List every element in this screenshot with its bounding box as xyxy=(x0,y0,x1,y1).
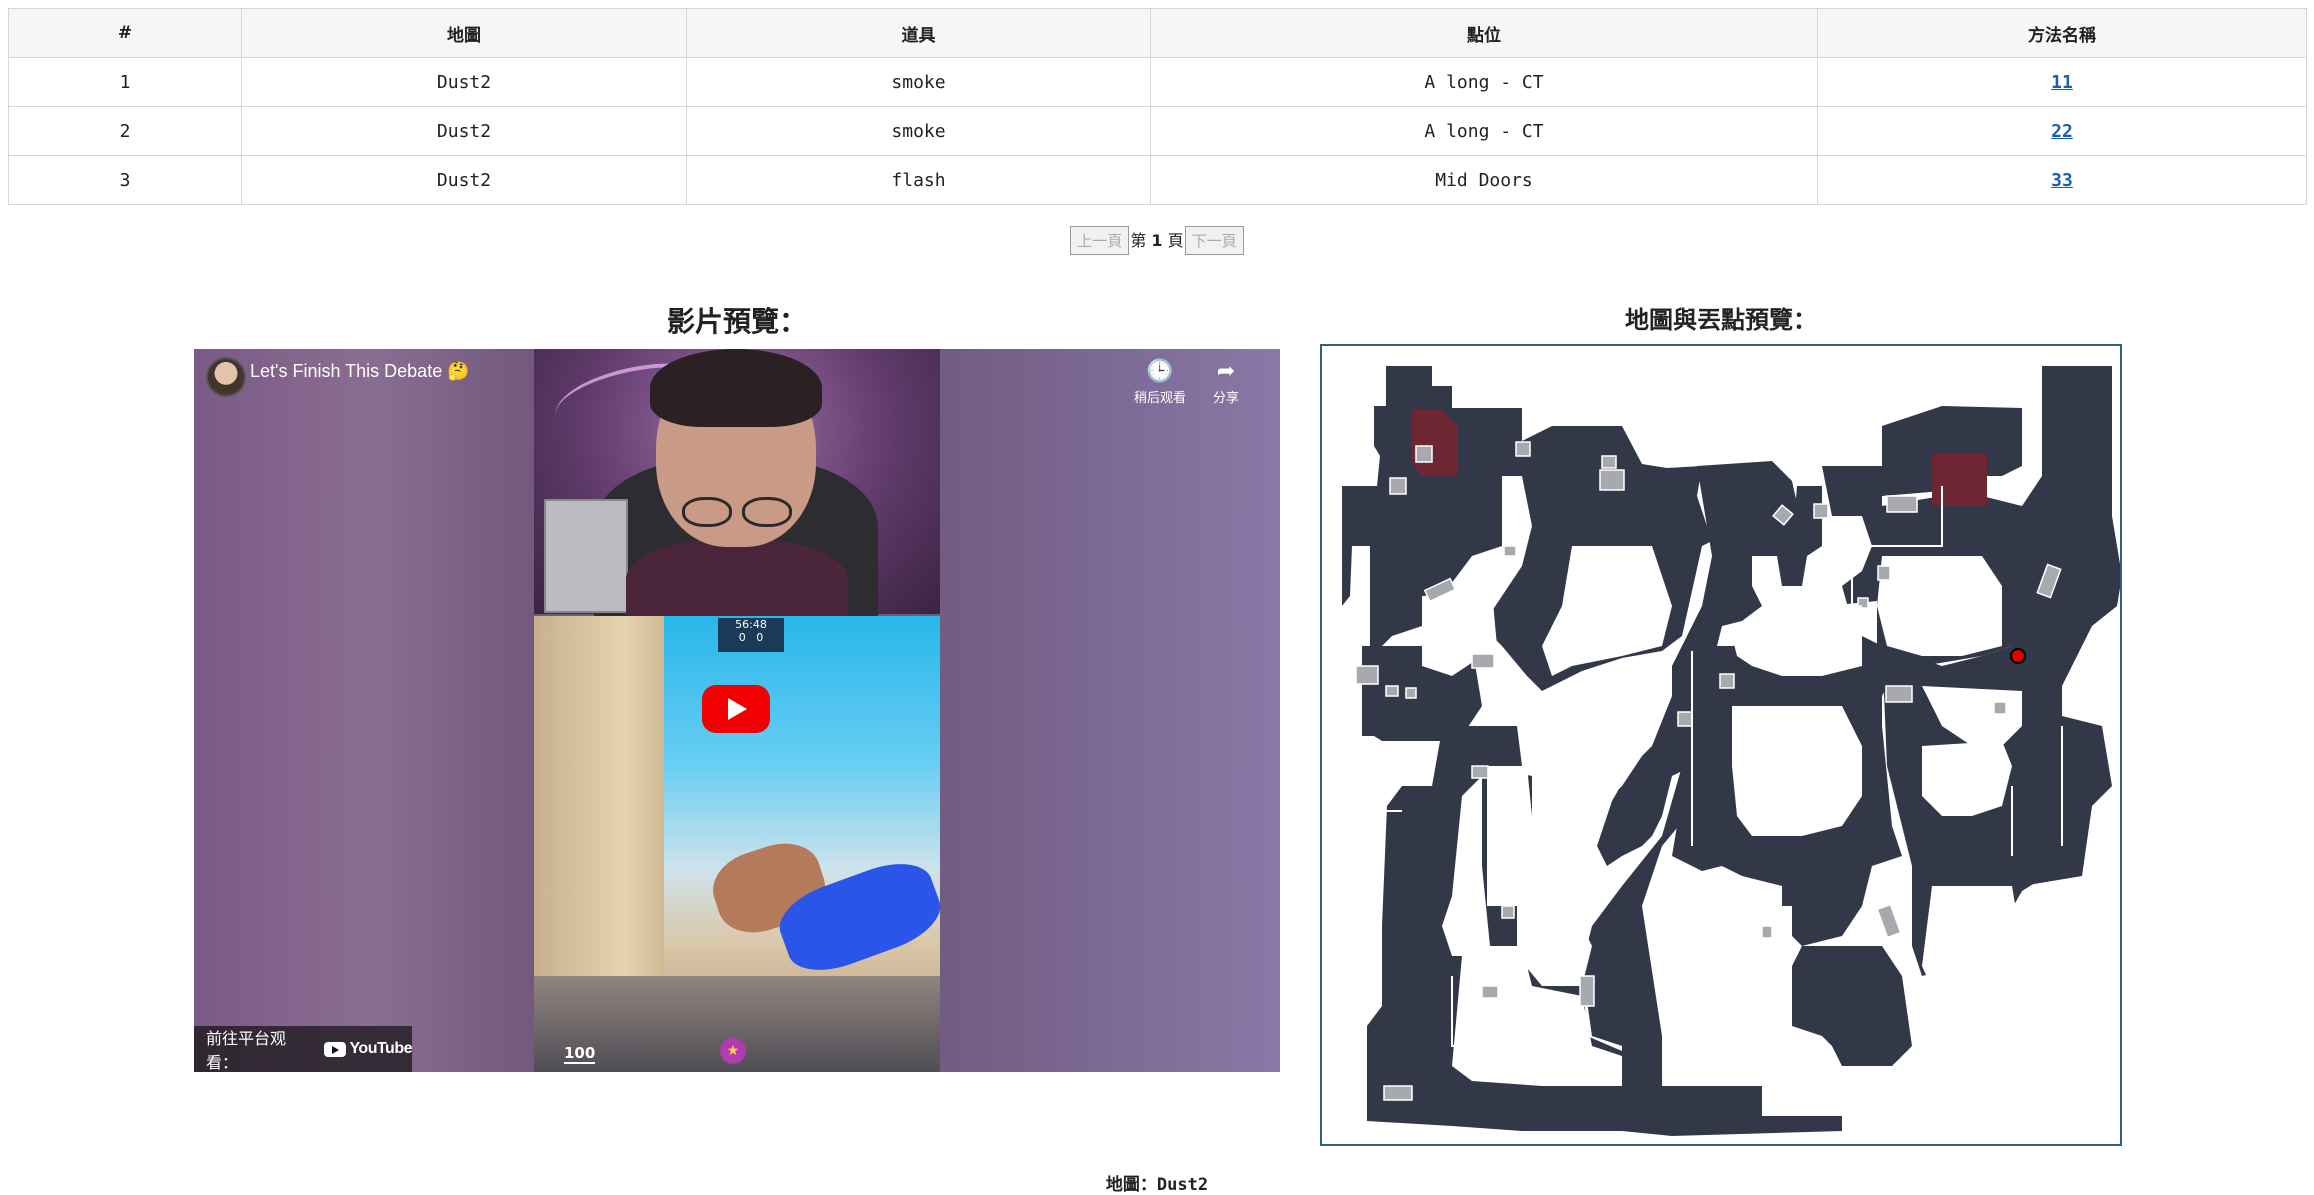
column-header-method: 方法名稱 xyxy=(1817,8,2307,58)
share-label: 分享 xyxy=(1212,391,1239,406)
map-preview-heading: 地圖與丟點預覽： xyxy=(1625,306,1817,334)
cell-map: Dust2 xyxy=(241,57,687,107)
video-title[interactable]: Let's Finish This Debate 🤔 xyxy=(250,361,470,382)
platform-label: YouTube xyxy=(349,1040,412,1057)
page-suffix: 頁 xyxy=(1167,231,1184,250)
cell-utility: flash xyxy=(686,155,1151,205)
next-page-button[interactable]: 下一頁 xyxy=(1184,226,1244,255)
page-indicator: 第 1 頁 xyxy=(1130,227,1183,251)
map-caption-label: 地圖： xyxy=(1105,1175,1157,1195)
method-link[interactable]: 33 xyxy=(2051,170,2073,191)
clock-icon: 🕒 xyxy=(1146,359,1174,384)
page-prefix: 第 xyxy=(1130,231,1147,250)
cell-position: A long - CT xyxy=(1150,57,1818,107)
watch-on-label: 前往平台观看： xyxy=(206,1029,287,1072)
column-header-map: 地圖 xyxy=(241,8,687,58)
watch-later-label: 稍后观看 xyxy=(1133,391,1186,406)
pagination: 上一頁第 1 頁下一頁 xyxy=(0,226,2314,255)
dust2-map xyxy=(1342,366,2120,1136)
hud-time: 56:48 xyxy=(735,618,767,631)
hud-health: 100 xyxy=(564,1044,596,1064)
cell-index: 2 xyxy=(8,106,242,156)
table-header-row: # 地圖 道具 點位 方法名稱 xyxy=(8,8,2307,58)
hud-score-left: 0 xyxy=(738,631,746,644)
column-header-position: 點位 xyxy=(1150,8,1818,58)
cell-utility: smoke xyxy=(686,106,1151,156)
cell-method: 11 xyxy=(1817,57,2307,107)
share-icon: ➦ xyxy=(1216,359,1236,384)
method-link[interactable]: 11 xyxy=(2051,72,2073,93)
video-player[interactable]: 56:48 0 0 100 ★ Let's Finish This Debate… xyxy=(194,349,1280,1072)
cell-map: Dust2 xyxy=(241,155,687,205)
watch-later-button[interactable]: 🕒 稍后观看 xyxy=(1130,359,1190,407)
share-button[interactable]: ➦ 分享 xyxy=(1196,359,1256,407)
hud-score: 56:48 0 0 xyxy=(718,618,784,652)
cell-method: 33 xyxy=(1817,155,2307,205)
cell-map: Dust2 xyxy=(241,106,687,156)
page-number: 1 xyxy=(1151,231,1163,250)
cell-position: A long - CT xyxy=(1150,106,1818,156)
video-preview-heading: 影片預覽： xyxy=(666,305,807,338)
map-preview xyxy=(1320,344,2122,1146)
glasses xyxy=(682,497,794,527)
map-caption: 地圖：Dust2 xyxy=(0,1170,2314,1195)
table-row: 2 Dust2 smoke A long - CT 22 xyxy=(8,106,2307,156)
cell-method: 22 xyxy=(1817,106,2307,156)
methods-table: # 地圖 道具 點位 方法名稱 1 Dust2 smoke A long - C… xyxy=(8,8,2307,205)
rank-icon: ★ xyxy=(720,1038,746,1064)
cell-index: 1 xyxy=(8,57,242,107)
map-caption-value: Dust2 xyxy=(1156,1175,1209,1195)
webcam-frame xyxy=(534,349,940,629)
cell-position: Mid Doors xyxy=(1150,155,1818,205)
cell-utility: smoke xyxy=(686,57,1151,107)
streamer-hair xyxy=(650,349,822,427)
table-row: 1 Dust2 smoke A long - CT 11 xyxy=(8,57,2307,107)
youtube-play-icon xyxy=(324,1041,347,1057)
pc-case xyxy=(544,499,628,613)
grenade-landing-marker xyxy=(2010,648,2026,664)
column-header-utility: 道具 xyxy=(686,8,1151,58)
play-button[interactable] xyxy=(702,685,770,733)
table-row: 3 Dust2 flash Mid Doors 33 xyxy=(8,155,2307,205)
watch-on-platform-button[interactable]: 前往平台观看： YouTube xyxy=(194,1026,412,1072)
column-header-index: # xyxy=(8,8,242,58)
youtube-logo: YouTube xyxy=(324,1040,412,1058)
prev-page-button[interactable]: 上一頁 xyxy=(1070,226,1130,255)
cell-index: 3 xyxy=(8,155,242,205)
method-link[interactable]: 22 xyxy=(2051,121,2073,142)
channel-avatar[interactable] xyxy=(206,357,246,397)
hud-score-right: 0 xyxy=(756,631,764,644)
